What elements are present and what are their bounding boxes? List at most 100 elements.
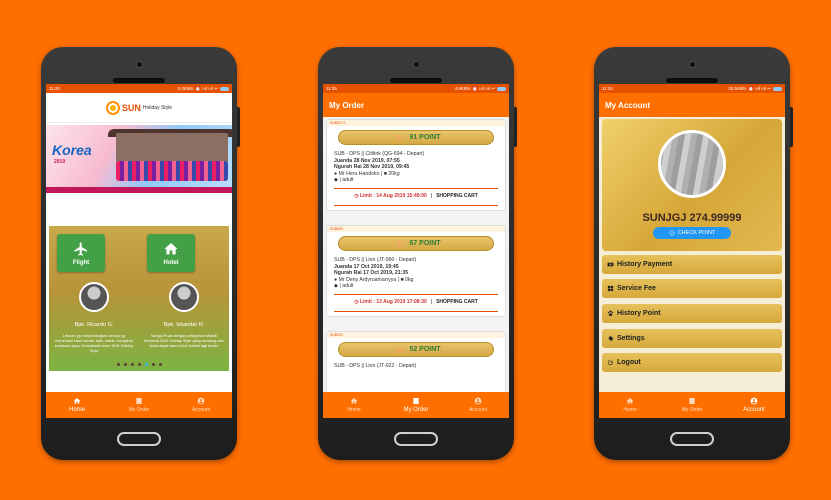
nav-my-order-label: My Order: [128, 407, 150, 413]
promo-banner[interactable]: Korea 2019: [46, 125, 232, 193]
menu-logout[interactable]: Logout: [602, 353, 782, 372]
phone-home-button[interactable]: [117, 432, 161, 446]
hotel-tile[interactable]: Hotel: [147, 234, 195, 272]
points-badge: 67 POINT: [338, 236, 494, 251]
menu-history-point[interactable]: History Point: [602, 304, 782, 323]
home-icon: [626, 398, 634, 404]
flight-tile[interactable]: Flight: [57, 234, 105, 272]
points-value: 52 POINT: [409, 346, 441, 353]
order-route: SUB - DPS || Lion (JT-922 - Depart): [334, 363, 417, 369]
nav-my-order[interactable]: My Order: [661, 392, 723, 418]
account-icon: [750, 397, 758, 405]
status-time: 11:20: [49, 86, 60, 91]
home-menu-panel: Flight Hotel Bpk. Ricardo G. Liburan yg …: [49, 226, 229, 371]
tag-icon: ◆: [334, 283, 338, 289]
battery-icon: [220, 86, 229, 91]
testimonial-card[interactable]: Bpk. Iskandar R. Sangat Puas dengan pela…: [140, 282, 228, 364]
testimonial-text: Sangat Puas dengan pelayanan Mutlak bers…: [144, 334, 224, 348]
avatar: [79, 282, 109, 312]
bottom-nav: Home My Order Account: [323, 392, 509, 418]
points-value: 67 POINT: [409, 240, 441, 247]
menu-history-point-label: History Point: [617, 310, 661, 317]
carousel-dot[interactable]: [130, 363, 134, 366]
carousel-dot[interactable]: [151, 363, 155, 366]
speaker-grille: [113, 78, 165, 83]
testimonial-card[interactable]: Bpk. Ricardo G. Liburan yg menyenangkan …: [50, 282, 138, 364]
front-camera: [413, 61, 420, 68]
money-icon: [607, 262, 614, 267]
home-icon: [73, 398, 81, 404]
menu-settings-label: Settings: [617, 335, 645, 342]
menu-service-fee[interactable]: Service Fee: [602, 279, 782, 298]
phone-home: 11:20 0.0KB/s ⏰ ıııl ıııl ↩ SUN Holiday …: [41, 47, 240, 460]
divider: [334, 204, 498, 206]
bottom-nav: Home My Order Account: [46, 392, 232, 418]
status-time: 11:35: [326, 86, 337, 91]
person-icon: ●: [334, 170, 338, 177]
gear-icon: [608, 335, 614, 342]
order-code: SUBAT17: [327, 120, 505, 126]
airplane-icon: [74, 241, 87, 256]
flight-tile-label: Flight: [72, 259, 90, 266]
sun-logo-icon: [105, 100, 120, 115]
avatar: [169, 282, 199, 312]
order-code: SUB922: [327, 332, 505, 338]
carousel-dot[interactable]: [123, 363, 127, 366]
profile-name: SUNJGJ 274.99999: [642, 212, 742, 224]
order-card[interactable]: SUBAT17 91 POINT SUB - DPS || Citilink (…: [326, 119, 506, 211]
phone-my-order: 11:35 4.8KB/s ⏰ ıııl ıııl ↩ My Order SUB…: [318, 47, 517, 460]
status-speed: 0.0KB/s: [177, 86, 194, 91]
nav-my-order-label: My Order: [403, 407, 429, 413]
phone-home-button[interactable]: [394, 432, 438, 446]
menu-settings[interactable]: Settings: [602, 329, 782, 348]
status-bar: 11:35 4.8KB/s ⏰ ıııl ıııl ↩: [323, 84, 509, 93]
shopping-cart-link[interactable]: SHOPPING CART: [436, 193, 478, 199]
nav-account[interactable]: Account: [723, 392, 785, 418]
nav-home[interactable]: Home: [599, 392, 661, 418]
avatar[interactable]: [658, 130, 726, 198]
nav-account[interactable]: Account: [447, 392, 509, 418]
nav-account-label: Account: [191, 407, 211, 413]
app-logo: SUN Holiday Style: [46, 93, 232, 123]
logo-brand: SUN: [121, 102, 141, 113]
account-icon: [474, 397, 482, 405]
carousel-dot[interactable]: [116, 363, 120, 366]
battery-icon: [773, 86, 782, 91]
order-passenger: Mr Heru Handoko | ■ 20kg: [338, 170, 400, 177]
nav-my-order[interactable]: My Order: [385, 392, 447, 418]
nav-my-order[interactable]: My Order: [108, 392, 170, 418]
receipt-icon: [413, 398, 419, 404]
logout-icon: [607, 359, 614, 366]
account-panel: SUNJGJ 274.99999 CHECK POINT History Pay…: [599, 117, 785, 392]
check-point-button[interactable]: CHECK POINT: [653, 227, 731, 239]
phone-home-button[interactable]: [670, 432, 714, 446]
order-limit: ◷ Limit : 14 Aug 2019 15:49:00: [354, 192, 427, 199]
nav-home[interactable]: Home: [323, 392, 385, 418]
order-code: SUB990: [327, 226, 505, 232]
menu-logout-label: Logout: [617, 359, 641, 366]
order-card[interactable]: SUB990 67 POINT SUB - DPS || Lion (JT-99…: [326, 225, 506, 317]
front-camera: [136, 61, 143, 68]
check-circle-icon: [669, 230, 675, 236]
nav-account[interactable]: Account: [170, 392, 232, 418]
page-title: My Order: [323, 93, 509, 117]
order-limit: ◷ Limit : 13 Aug 2019 17:08:30: [354, 298, 427, 305]
phone-my-account: 11:34 25.5KB/s ⏰ ıııl ıııl ↩ My Account …: [594, 47, 793, 460]
home-icon: [164, 242, 178, 254]
tag-icon: ◆: [334, 177, 338, 183]
carousel-dots[interactable]: [49, 363, 229, 366]
shopping-cart-link[interactable]: SHOPPING CART: [436, 299, 478, 305]
menu-history-payment[interactable]: History Payment: [602, 255, 782, 274]
carousel-dot[interactable]: [158, 363, 162, 366]
banner-footer-strip: [46, 187, 232, 193]
nav-home[interactable]: Home: [46, 392, 108, 418]
carousel-dot-active[interactable]: [144, 363, 148, 366]
speaker-grille: [666, 78, 718, 83]
palace-image: [116, 133, 228, 163]
order-card[interactable]: SUB922 52 POINT SUB - DPS || Lion (JT-92…: [326, 331, 506, 392]
carousel-dot[interactable]: [137, 363, 141, 366]
front-camera: [689, 61, 696, 68]
menu-service-fee-label: Service Fee: [617, 285, 656, 292]
order-pax-type: | adult: [339, 177, 354, 183]
status-bar: 11:20 0.0KB/s ⏰ ıııl ıııl ↩: [46, 84, 232, 93]
